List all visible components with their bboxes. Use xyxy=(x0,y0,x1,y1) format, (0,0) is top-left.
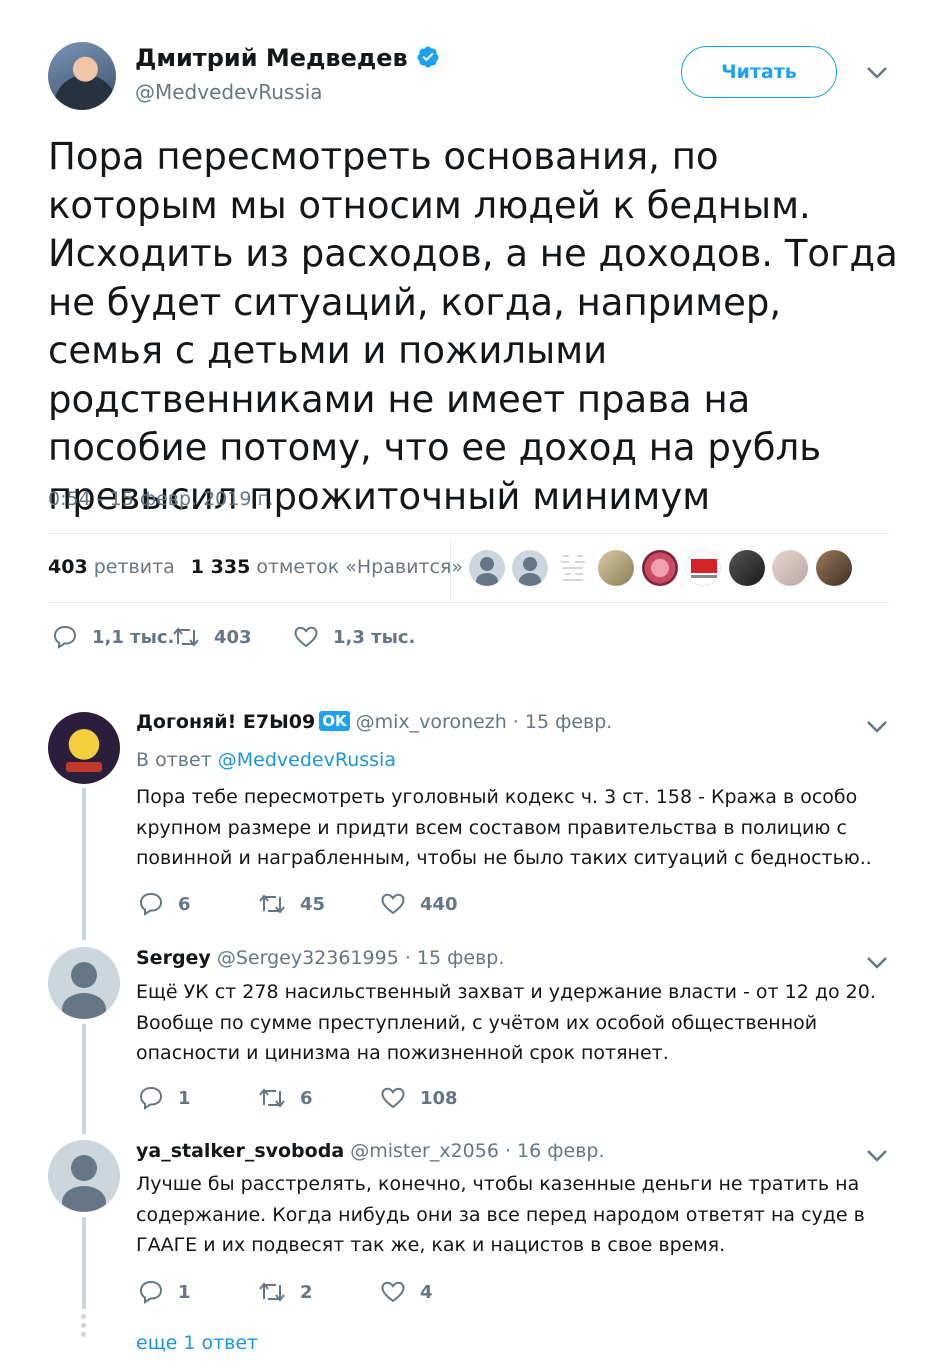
retweet-action[interactable]: 2 xyxy=(258,1279,313,1305)
like-action[interactable]: 108 xyxy=(380,1085,458,1111)
like-action[interactable]: 440 xyxy=(380,891,458,917)
reply-header: ya_stalker_svoboda @mister_x2056 · 16 фе… xyxy=(136,1140,605,1162)
retweet-icon xyxy=(259,894,285,914)
in-reply-prefix: В ответ xyxy=(136,749,212,771)
liker-avatar-pattern[interactable] xyxy=(555,550,591,586)
tweet-text: Пора пересмотреть основания, по которым … xyxy=(48,135,898,518)
reply-count: 6 xyxy=(178,893,191,915)
thread-line xyxy=(82,788,86,940)
reply-author-handle[interactable]: @mister_x2056 xyxy=(350,1140,499,1162)
reply-count: 1 xyxy=(178,1281,191,1303)
reply-action[interactable]: 1 xyxy=(138,1279,191,1305)
divider xyxy=(48,533,889,534)
in-reply-to: В ответ @MedvedevRussia xyxy=(136,749,396,771)
liker-avatar-rose[interactable] xyxy=(642,550,678,586)
retweet-action[interactable]: 6 xyxy=(258,1085,313,1111)
reply-text: Ещё УК ст 278 насильственный захват и уд… xyxy=(136,981,876,1064)
retweet-stat[interactable]: 403 ретвита xyxy=(48,556,175,578)
in-reply-mention-link[interactable]: @MedvedevRussia xyxy=(218,749,396,771)
retweet-action[interactable]: 45 xyxy=(258,891,325,917)
reply-icon xyxy=(139,892,163,916)
like-stat[interactable]: 1 335 отметок «Нравится» xyxy=(191,556,463,578)
retweet-icon xyxy=(173,627,199,647)
retweet-count: 403 xyxy=(48,556,88,578)
tweet-menu-chevron-down-icon[interactable] xyxy=(866,66,888,80)
like-count: 108 xyxy=(420,1087,458,1109)
retweet-count: 45 xyxy=(300,893,326,915)
like-count: 4 xyxy=(420,1281,433,1303)
reply-icon xyxy=(139,1086,163,1110)
reply-header: Sergey @Sergey32361995 · 15 февр. xyxy=(136,947,504,969)
reply-icon xyxy=(139,1280,163,1304)
like-count-action: 1,3 тыс. xyxy=(333,626,416,648)
heart-icon xyxy=(294,626,318,648)
heart-icon xyxy=(381,1281,405,1303)
like-action[interactable]: 1,3 тыс. xyxy=(293,624,415,650)
author-avatar[interactable] xyxy=(48,42,116,110)
reply-date[interactable]: · 15 февр. xyxy=(513,711,613,733)
thread-more-dots xyxy=(81,1314,87,1341)
retweet-action[interactable]: 403 xyxy=(172,624,252,650)
liker-avatar-photo[interactable] xyxy=(772,550,808,586)
author-handle[interactable]: @MedvedevRussia xyxy=(135,80,323,104)
ok-badge: OK xyxy=(319,711,350,731)
retweet-count: 6 xyxy=(300,1087,313,1109)
like-action[interactable]: 4 xyxy=(380,1279,433,1305)
heart-icon xyxy=(381,1087,405,1109)
reply-menu-chevron-down-icon[interactable] xyxy=(866,956,888,970)
reply-count: 1 xyxy=(178,1087,191,1109)
reply-action[interactable]: 1 xyxy=(138,1085,191,1111)
reply-icon xyxy=(53,625,77,649)
reply-author-name[interactable]: Догоняй! Е7Ы09 xyxy=(136,711,315,733)
retweet-count: 2 xyxy=(300,1281,313,1303)
reply-avatar-default[interactable] xyxy=(48,947,120,1019)
heart-icon xyxy=(381,893,405,915)
liker-avatar-photo[interactable] xyxy=(598,550,634,586)
reply-text: Лучше бы расстрелять, конечно, чтобы каз… xyxy=(136,1173,865,1256)
like-label: отметок «Нравится» xyxy=(256,556,463,578)
reply-text: Пора тебе пересмотреть уголовный кодекс … xyxy=(136,786,872,869)
liker-avatar-default[interactable] xyxy=(469,550,505,586)
thread-line xyxy=(82,1024,86,1134)
author-name-text[interactable]: Дмитрий Медведев xyxy=(135,44,408,72)
more-replies-link[interactable]: еще 1 ответ xyxy=(136,1332,258,1354)
liker-avatar-photo[interactable] xyxy=(816,550,852,586)
reply-count: 1,1 тыс. xyxy=(92,626,175,648)
liker-avatar-logo[interactable] xyxy=(685,550,721,586)
reply-author-name[interactable]: ya_stalker_svoboda xyxy=(136,1140,344,1162)
verified-badge-icon xyxy=(417,46,439,68)
follow-button[interactable]: Читать xyxy=(681,46,837,98)
retweet-icon xyxy=(259,1282,285,1302)
liker-avatar-default[interactable] xyxy=(512,550,548,586)
author-name[interactable]: Дмитрий Медведев xyxy=(135,44,440,72)
stats-separator xyxy=(450,541,451,601)
like-count: 1 335 xyxy=(190,556,251,578)
retweet-count: 403 xyxy=(214,626,252,648)
like-count: 440 xyxy=(420,893,458,915)
reply-menu-chevron-down-icon[interactable] xyxy=(866,720,888,734)
reply-author-name[interactable]: Sergey xyxy=(136,947,211,969)
thread-line xyxy=(82,1217,86,1309)
reply-date[interactable]: · 15 февр. xyxy=(405,947,505,969)
reply-menu-chevron-down-icon[interactable] xyxy=(866,1149,888,1163)
reply-action[interactable]: 1,1 тыс. xyxy=(52,624,174,650)
reply-avatar[interactable] xyxy=(48,712,120,784)
retweet-label: ретвита xyxy=(93,556,175,578)
reply-author-handle[interactable]: @mix_voronezh xyxy=(356,711,507,733)
reply-date[interactable]: · 16 февр. xyxy=(505,1140,605,1162)
liker-avatar-photo[interactable] xyxy=(729,550,765,586)
divider xyxy=(48,602,889,603)
engagement-stats: 403 ретвита 1 335 отметок «Нравится» xyxy=(48,556,463,578)
reply-author-handle[interactable]: @Sergey32361995 xyxy=(217,947,399,969)
reply-header: Догоняй! Е7Ы09 OK @mix_voronezh · 15 февр. xyxy=(136,711,612,733)
retweet-icon xyxy=(259,1088,285,1108)
reply-avatar-default[interactable] xyxy=(48,1140,120,1212)
reply-action[interactable]: 6 xyxy=(138,891,191,917)
tweet-timestamp[interactable]: 0:54 - 15 февр. 2019 г. xyxy=(48,488,274,510)
